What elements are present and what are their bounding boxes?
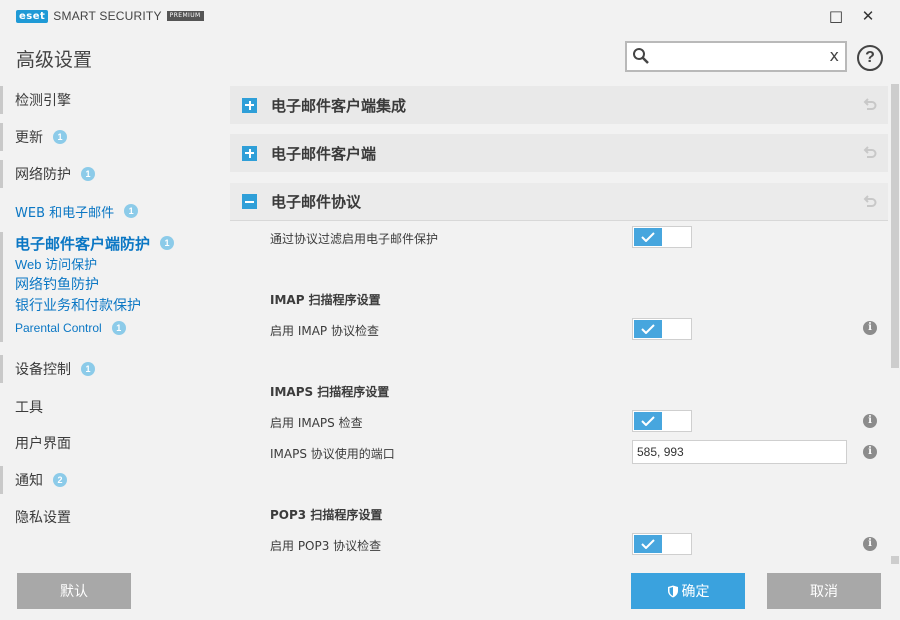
scroll-thumb[interactable] [891, 84, 899, 368]
maximize-button[interactable]: □ [826, 6, 846, 26]
sidebar-item-banking-protection[interactable]: 银行业务和付款保护 [15, 296, 141, 316]
imaps-ports-label: IMAPS 协议使用的端口 [270, 447, 395, 461]
sidebar-item-tools[interactable]: 工具 [0, 393, 215, 421]
settings-content: 电子邮件客户端集成 电子邮件客户端 电子邮件协议 通过协议过滤启用电子邮件保护 … [230, 84, 890, 568]
revert-icon[interactable] [862, 194, 878, 210]
sidebar-item-update[interactable]: 更新 1 [0, 123, 215, 151]
toggle-on-indicator [634, 228, 662, 246]
imaps-heading: IMAPS 扫描程序设置 [270, 385, 390, 399]
sidebar-item-privacy-settings[interactable]: 隐私设置 [0, 503, 215, 531]
notification-badge: 1 [81, 167, 95, 181]
toggle-on-indicator [634, 320, 662, 338]
close-icon: ✕ [861, 7, 875, 25]
sidebar-item-label: Parental Control [15, 321, 102, 335]
sidebar-item-anti-phishing[interactable]: 网络钓鱼防护 [15, 275, 99, 295]
sidebar-item-label: 网络防护 [15, 167, 71, 183]
content-scrollbar[interactable] [891, 84, 899, 568]
check-icon [641, 232, 655, 242]
cancel-button-label: 取消 [810, 584, 838, 600]
check-icon [641, 539, 655, 549]
sidebar-item-label: 工具 [15, 400, 43, 416]
sidebar-item-label: 电子邮件客户端防护 [15, 234, 151, 253]
cancel-button[interactable]: 取消 [767, 573, 881, 609]
pop3-check-label: 启用 POP3 协议检查 [270, 539, 382, 553]
ok-button[interactable]: 确定 [631, 573, 745, 609]
scroll-down-arrow[interactable] [891, 556, 899, 564]
protocol-filter-label: 通过协议过滤启用电子邮件保护 [270, 232, 439, 246]
section-email-client-integration[interactable]: 电子邮件客户端集成 [230, 86, 888, 124]
sidebar-item-label: 检测引擎 [15, 93, 71, 109]
sidebar-item-label: 更新 [15, 130, 43, 146]
sidebar-item-label: 用户界面 [15, 436, 71, 452]
ok-button-label: 确定 [681, 584, 710, 600]
revert-icon[interactable] [862, 97, 878, 113]
eset-logo: eset [16, 9, 49, 23]
section-title: 电子邮件客户端 [271, 144, 377, 163]
pop3-check-toggle[interactable] [632, 533, 692, 555]
info-icon[interactable]: i [863, 445, 877, 459]
toggle-on-indicator [634, 535, 662, 553]
notification-badge: 1 [111, 321, 126, 335]
clear-search-icon[interactable]: x [830, 46, 839, 65]
pop3-heading: POP3 扫描程序设置 [270, 508, 383, 522]
notification-badge: 1 [81, 362, 95, 376]
section-email-protocols[interactable]: 电子邮件协议 [230, 183, 888, 221]
sidebar-item-web-email[interactable]: WEB 和电子邮件 1 [0, 197, 215, 225]
notification-badge: 1 [160, 236, 175, 250]
revert-icon[interactable] [862, 145, 878, 161]
help-icon[interactable]: ? [857, 45, 883, 71]
maximize-icon: □ [828, 7, 844, 25]
sidebar-item-device-control[interactable]: 设备控制 1 [0, 355, 215, 383]
search-icon [633, 48, 649, 64]
sidebar-item-label: 设备控制 [15, 362, 71, 378]
search-box[interactable]: x [625, 41, 847, 72]
sidebar-item-detection-engine[interactable]: 检测引擎 [0, 86, 215, 114]
expand-icon[interactable] [242, 97, 257, 113]
sidebar-item-network-protection[interactable]: 网络防护 1 [0, 160, 215, 188]
sidebar-item-label: 通知 [15, 473, 43, 489]
imaps-ports-field[interactable]: 585, 993 [632, 440, 847, 464]
default-button-label: 默认 [60, 584, 88, 600]
imaps-check-label: 启用 IMAPS 检查 [270, 416, 363, 430]
info-icon[interactable]: i [863, 414, 877, 428]
toggle-on-indicator [634, 412, 662, 430]
sidebar-item-label: WEB 和电子邮件 [15, 205, 115, 221]
app-logo: eset SMART SECURITY PREMIUM [16, 9, 204, 23]
expand-icon[interactable] [242, 145, 257, 161]
info-icon[interactable]: i [863, 321, 877, 335]
sidebar-item-email-client-protection[interactable]: 电子邮件客户端防护 1 [0, 229, 215, 257]
section-title: 电子邮件协议 [271, 193, 362, 211]
collapse-icon[interactable] [242, 194, 257, 209]
notification-badge: 1 [124, 204, 139, 218]
product-name: SMART SECURITY [53, 9, 162, 23]
imap-check-toggle[interactable] [632, 318, 692, 340]
sidebar-item-parental-control[interactable]: Parental Control 1 [0, 314, 215, 342]
edition-badge: PREMIUM [166, 11, 204, 21]
imap-check-label: 启用 IMAP 协议检查 [270, 324, 379, 338]
section-email-clients[interactable]: 电子邮件客户端 [230, 134, 888, 172]
shield-icon [667, 585, 678, 597]
notification-badge: 2 [53, 473, 67, 487]
notification-badge: 1 [53, 130, 67, 144]
section-title: 电子邮件客户端集成 [271, 96, 407, 115]
imap-heading: IMAP 扫描程序设置 [270, 293, 381, 307]
imaps-check-toggle[interactable] [632, 410, 692, 432]
default-button[interactable]: 默认 [17, 573, 131, 609]
search-input[interactable] [655, 46, 820, 67]
info-icon[interactable]: i [863, 537, 877, 551]
sidebar-item-user-interface[interactable]: 用户界面 [0, 429, 215, 457]
page-title: 高级设置 [16, 49, 93, 71]
sidebar-item-label: 隐私设置 [15, 510, 71, 526]
title-bar: eset SMART SECURITY PREMIUM □ ✕ [0, 0, 900, 32]
protocol-filter-toggle[interactable] [632, 226, 692, 248]
close-window-button[interactable]: ✕ [858, 6, 878, 26]
sidebar-item-web-access-protection[interactable]: Web 访问保护 [15, 255, 97, 275]
check-icon [641, 416, 655, 426]
check-icon [641, 324, 655, 334]
sidebar-item-notifications[interactable]: 通知 2 [0, 466, 215, 494]
